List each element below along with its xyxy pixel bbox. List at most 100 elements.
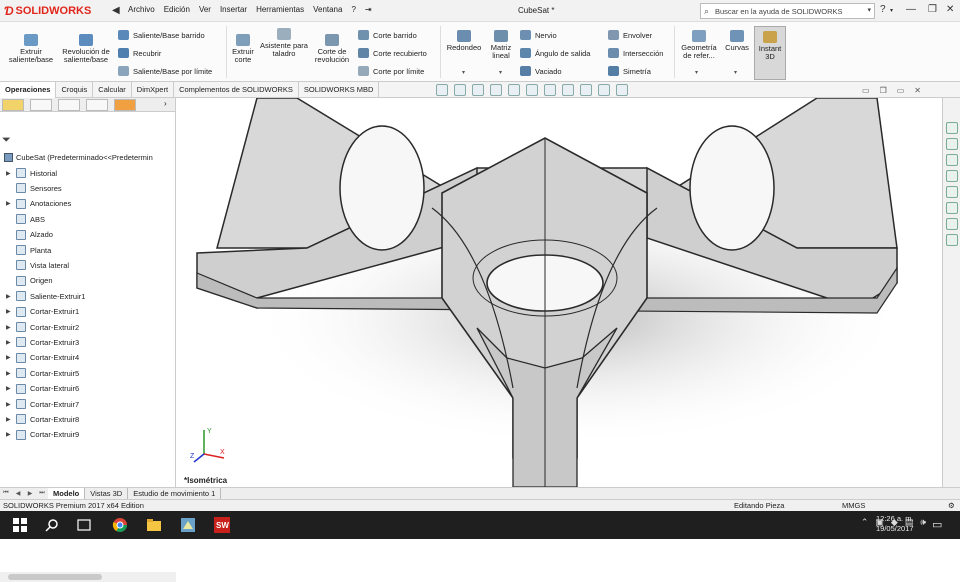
revolve-cut-button[interactable]: Corte de revolución (310, 34, 354, 64)
mirror-button[interactable]: Simetría (608, 66, 651, 76)
tree-item[interactable]: Origen (6, 275, 53, 286)
tree-item[interactable]: Vista lateral (6, 260, 69, 271)
solidworks-taskbar-icon[interactable]: SW (214, 517, 230, 533)
expand-arrow-icon[interactable]: ▶ (6, 354, 12, 361)
tree-item[interactable]: ▶ Cortar-Extruir4 (6, 352, 79, 363)
menu-insertar[interactable]: Insertar (220, 5, 247, 14)
help-search-input[interactable]: ⌕ Buscar en la ayuda de SOLIDWORKS ▾ (700, 3, 875, 19)
tree-item[interactable]: ▶ Saliente-Extruir1 (6, 291, 85, 302)
zoom-to-fit-icon[interactable] (436, 84, 448, 96)
swept-cut-button[interactable]: Corte barrido (358, 30, 417, 40)
expand-arrow-icon[interactable]: ▶ (6, 170, 12, 177)
design-library-icon[interactable] (946, 138, 958, 150)
solidworks-resources-icon[interactable] (946, 122, 958, 134)
graphics-viewport[interactable] (177, 98, 940, 487)
expand-arrow-icon[interactable]: ▶ (6, 431, 12, 438)
shell-button[interactable]: Vaciado (520, 66, 562, 76)
volume-icon[interactable]: 🕪 (920, 517, 926, 528)
tab-motion-study[interactable]: Estudio de movimiento 1 (128, 488, 222, 499)
tab-calcular[interactable]: Calcular (93, 82, 132, 98)
tree-item[interactable]: ▶ Cortar-Extruir1 (6, 306, 79, 317)
expand-arrow-icon[interactable]: ▶ (6, 385, 12, 392)
menu-help[interactable]: ? (351, 5, 355, 14)
panel-expand-icon[interactable]: › (164, 99, 167, 108)
menu-collapse-arrow-icon[interactable]: ◀ (112, 5, 120, 16)
wrap-button[interactable]: Envolver (608, 30, 652, 40)
boundary-cut-button[interactable]: Corte por límite (358, 66, 424, 76)
search-dropdown-icon[interactable]: ▾ (867, 6, 871, 14)
tab-complementos[interactable]: Complementos de SOLIDWORKS (174, 82, 299, 98)
apply-scene-icon[interactable] (598, 84, 610, 96)
prev-tab-icon[interactable]: ◀ (12, 490, 24, 497)
next-tab-icon[interactable]: ▶ (24, 490, 36, 497)
loft-boss-button[interactable]: Recubrir (118, 48, 161, 58)
file-explorer-icon[interactable] (946, 154, 958, 166)
display-style-icon[interactable] (544, 84, 556, 96)
intersect-button[interactable]: Intersección (608, 48, 663, 58)
hide-show-items-icon[interactable] (562, 84, 574, 96)
rib-button[interactable]: Nervio (520, 30, 557, 40)
tree-item[interactable]: ▶ Cortar-Extruir7 (6, 399, 79, 409)
expand-arrow-icon[interactable]: ▶ (6, 324, 12, 331)
tree-horizontal-scrollbar[interactable] (0, 572, 176, 582)
viewport-minimize-icon[interactable]: ▭ (862, 86, 870, 95)
restore-button[interactable]: ❐ (928, 4, 937, 15)
expand-arrow-icon[interactable]: ▶ (6, 401, 12, 408)
previous-view-icon[interactable] (472, 84, 484, 96)
search-icon[interactable] (44, 517, 60, 533)
menu-archivo[interactable]: Archivo (128, 5, 155, 14)
tab-croquis[interactable]: Croquis (56, 82, 94, 98)
viewport-close-icon[interactable]: ✕ (914, 86, 921, 95)
dimxpert-manager-tab-icon[interactable] (86, 99, 108, 111)
tree-item[interactable]: ▶ Cortar-Extruir9 (6, 429, 79, 440)
expand-arrow-icon[interactable]: ▶ (6, 370, 12, 377)
tab-dimxpert[interactable]: DimXpert (132, 82, 175, 98)
linear-pattern-button[interactable]: Matriz lineal (486, 30, 516, 60)
part-root-node[interactable]: CubeSat (Predeterminado<<Predetermin (4, 153, 153, 162)
boundary-boss-button[interactable]: Saliente/Base por límite (118, 66, 212, 76)
edit-appearance-icon[interactable] (580, 84, 592, 96)
tree-item[interactable]: ▶ Cortar-Extruir2 (6, 322, 79, 332)
menu-ver[interactable]: Ver (199, 5, 211, 14)
tree-item[interactable]: Planta (6, 245, 51, 255)
feature-tree-tab-icon[interactable] (2, 99, 24, 111)
expand-arrow-icon[interactable]: ▶ (6, 308, 12, 315)
custom-properties-icon[interactable] (946, 202, 958, 214)
reference-geometry-button[interactable]: Geometría de refer... (678, 30, 720, 60)
view-orientation-icon[interactable] (526, 84, 538, 96)
expand-arrow-icon[interactable]: ▶ (6, 293, 12, 300)
tab-operaciones[interactable]: Operaciones (0, 82, 57, 98)
pin-menu-icon[interactable]: ⇥ (365, 5, 372, 14)
appearances-icon[interactable] (946, 186, 958, 198)
extrude-cut-button[interactable]: Extruir corte (228, 34, 258, 64)
chrome-icon[interactable] (112, 517, 128, 533)
minimize-button[interactable]: — (906, 4, 916, 15)
fillet-dropdown-icon[interactable]: ▾ (462, 69, 465, 76)
action-center-icon[interactable]: ▭ (932, 518, 942, 531)
solidworks-logo[interactable]: Ɗ SOLIDWORKS (4, 3, 91, 19)
tree-item[interactable]: ▶ Cortar-Extruir8 (6, 414, 79, 425)
menu-ventana[interactable]: Ventana (313, 5, 342, 14)
view-palette-icon[interactable] (946, 170, 958, 182)
dynamic-annotation-icon[interactable] (508, 84, 520, 96)
display-manager-tab-icon[interactable] (114, 99, 136, 111)
tree-item[interactable]: ▶ Anotaciones (6, 198, 71, 209)
scrollbar-thumb[interactable] (8, 574, 102, 580)
tab-modelo[interactable]: Modelo (48, 488, 86, 499)
tab-mbd[interactable]: SOLIDWORKS MBD (299, 82, 380, 98)
viewport-maximize-icon[interactable]: ▭ (897, 86, 905, 95)
menu-edicion[interactable]: Edición (164, 5, 190, 14)
taskbar-clock[interactable]: 12:26 a. m. 19/05/2017 (876, 514, 914, 534)
close-button[interactable]: ✕ (946, 4, 954, 15)
task-pane-extra-icon[interactable] (946, 234, 958, 246)
tab-vistas-3d[interactable]: Vistas 3D (85, 488, 129, 499)
draft-button[interactable]: Ángulo de salida (520, 48, 590, 58)
hole-wizard-button[interactable]: Asistente para taladro (260, 28, 308, 58)
expand-arrow-icon[interactable]: ▶ (6, 200, 12, 207)
task-view-icon[interactable] (76, 517, 92, 533)
tree-item[interactable]: ▶ Cortar-Extruir5 (6, 368, 79, 379)
expand-arrow-icon[interactable]: ▶ (6, 339, 12, 346)
revolve-boss-button[interactable]: Revolución de saliente/base (58, 34, 114, 64)
viewport-restore-icon[interactable]: ❐ (880, 86, 887, 95)
first-tab-icon[interactable]: ⏮ (0, 490, 12, 497)
